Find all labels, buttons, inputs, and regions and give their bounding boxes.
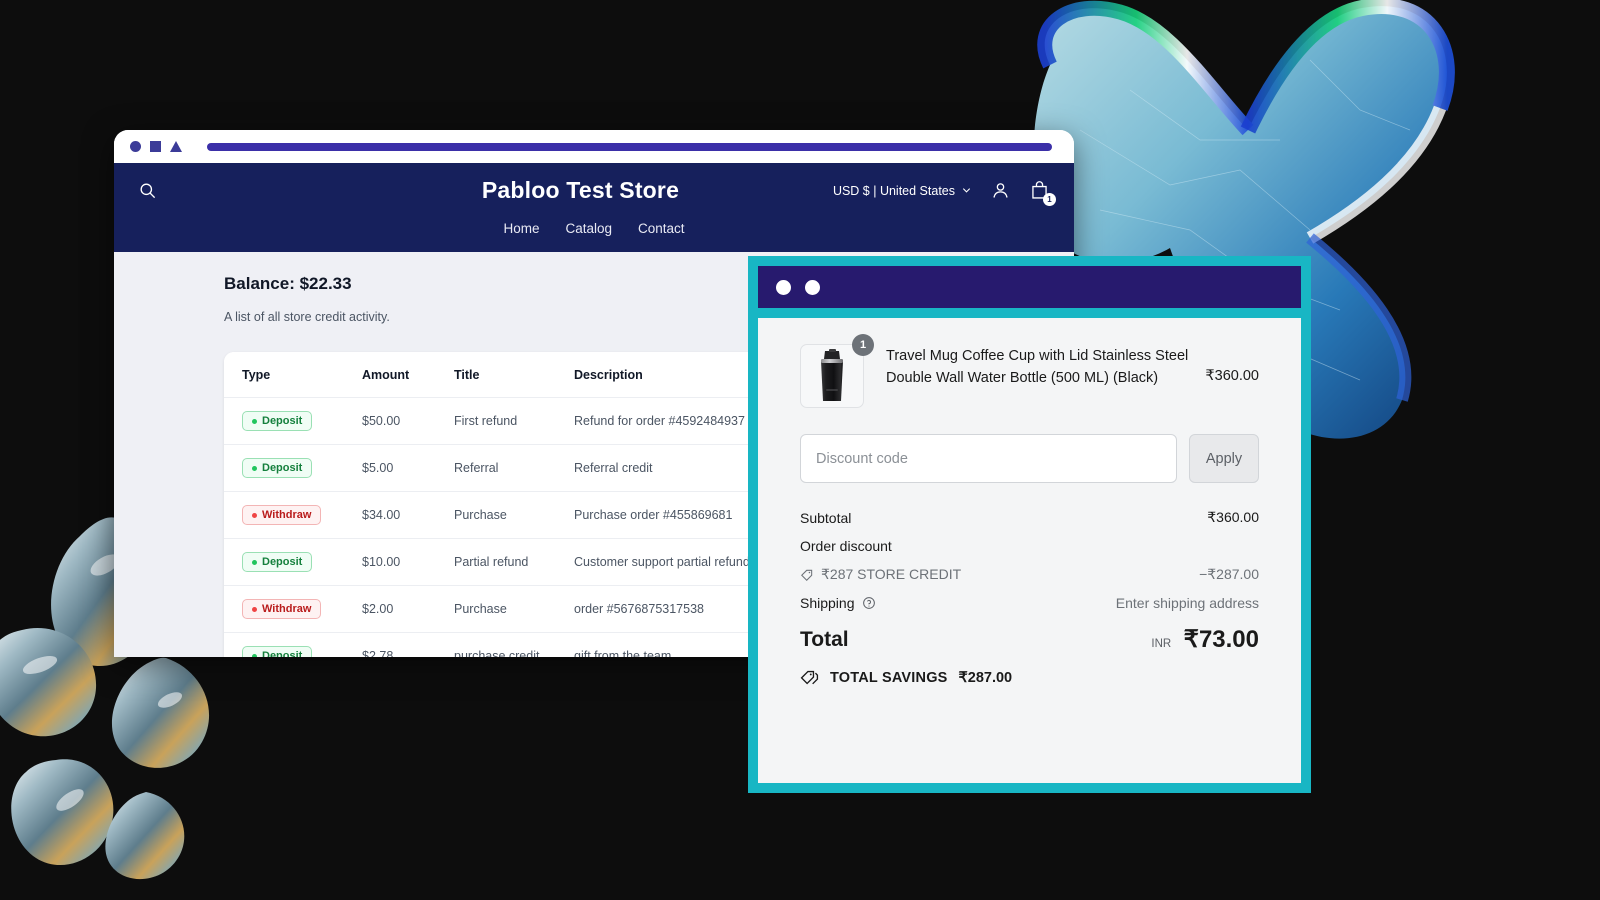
cell-type: Withdraw bbox=[224, 585, 344, 633]
triangle-shape-icon bbox=[170, 141, 182, 152]
store-credit-label: ₹287 STORE CREDIT bbox=[821, 566, 962, 582]
total-savings-label: TOTAL SAVINGS bbox=[830, 669, 948, 686]
product-thumbnail bbox=[800, 344, 864, 408]
order-discount-label: Order discount bbox=[800, 538, 892, 554]
currency-selector[interactable]: USD $ | United States bbox=[833, 184, 972, 198]
status-badge: Deposit bbox=[242, 646, 313, 657]
titlebar-dot-2-icon bbox=[805, 279, 820, 295]
store-credit-value: −₹287.00 bbox=[1199, 566, 1259, 582]
status-dot-icon bbox=[252, 653, 257, 657]
titlebar-dot-1-icon bbox=[776, 279, 791, 295]
chevron-down-icon bbox=[962, 188, 971, 193]
currency-selector-label: USD $ | United States bbox=[832, 183, 955, 198]
summary-row-total: Total INR ₹73.00 bbox=[800, 625, 1259, 654]
total-currency-code: INR bbox=[1151, 638, 1172, 650]
cell-title: purchase credit bbox=[436, 632, 556, 657]
status-badge-label: Deposit bbox=[262, 415, 303, 427]
status-dot-icon bbox=[252, 465, 257, 471]
total-savings-row: TOTAL SAVINGS ₹287.00 bbox=[800, 668, 1259, 687]
total-savings-value: ₹287.00 bbox=[958, 669, 1013, 686]
cell-title: Purchase bbox=[436, 585, 556, 633]
cell-title: First refund bbox=[436, 397, 556, 445]
column-header-amount: Amount bbox=[344, 352, 436, 398]
cell-amount: $2.78 bbox=[344, 632, 436, 657]
cell-amount: $2.00 bbox=[344, 585, 436, 633]
circle-shape-icon bbox=[130, 141, 141, 152]
status-badge: Deposit bbox=[242, 552, 313, 572]
cell-amount: $5.00 bbox=[344, 444, 436, 492]
nav-item-home[interactable]: Home bbox=[503, 221, 539, 236]
status-badge-label: Withdraw bbox=[262, 509, 312, 521]
account-icon[interactable] bbox=[990, 180, 1011, 201]
cell-type: Deposit bbox=[224, 397, 344, 445]
summary-row-store-credit: ₹287 STORE CREDIT −₹287.00 bbox=[800, 566, 1259, 583]
browser-chrome-bar bbox=[114, 130, 1074, 163]
checkout-panel: 1 Travel Mug Coffee Cup with Lid Stainle… bbox=[748, 256, 1311, 793]
cell-type: Withdraw bbox=[224, 491, 344, 539]
checkout-titlebar bbox=[758, 266, 1301, 308]
quantity-badge: 1 bbox=[852, 334, 874, 356]
shipping-value: Enter shipping address bbox=[1115, 595, 1259, 611]
product-price: ₹360.00 bbox=[1205, 368, 1259, 384]
status-badge: Deposit bbox=[242, 411, 313, 431]
column-header-type: Type bbox=[224, 352, 344, 398]
subtotal-label: Subtotal bbox=[800, 509, 852, 526]
discount-code-input[interactable] bbox=[800, 434, 1177, 483]
cart-icon[interactable]: 1 bbox=[1029, 180, 1056, 206]
discount-code-row: Apply bbox=[800, 434, 1259, 483]
status-badge: Withdraw bbox=[242, 505, 322, 525]
order-summary: Subtotal ₹360.00 Order discount ₹287 STO… bbox=[800, 509, 1259, 687]
travel-mug-image bbox=[821, 349, 843, 401]
search-icon[interactable] bbox=[138, 181, 157, 200]
status-badge-label: Withdraw bbox=[262, 603, 312, 615]
summary-row-order-discount: Order discount bbox=[800, 538, 1259, 554]
help-circle-icon[interactable] bbox=[862, 596, 876, 610]
total-label: Total bbox=[800, 627, 849, 651]
summary-row-shipping: Shipping Enter shipping address bbox=[800, 595, 1259, 611]
address-bar[interactable] bbox=[207, 142, 1052, 151]
status-dot-icon bbox=[252, 606, 257, 612]
cart-count-badge: 1 bbox=[1043, 193, 1056, 206]
cell-amount: $34.00 bbox=[344, 491, 436, 539]
cart-line-item: 1 Travel Mug Coffee Cup with Lid Stainle… bbox=[800, 334, 1259, 408]
summary-row-subtotal: Subtotal ₹360.00 bbox=[800, 509, 1259, 526]
checkout-body: 1 Travel Mug Coffee Cup with Lid Stainle… bbox=[758, 318, 1301, 783]
subtotal-value: ₹360.00 bbox=[1207, 509, 1259, 525]
status-badge: Withdraw bbox=[242, 599, 322, 619]
status-badge: Deposit bbox=[242, 458, 313, 478]
cell-type: Deposit bbox=[224, 444, 344, 492]
cell-type: Deposit bbox=[224, 538, 344, 586]
product-thumbnail-wrap: 1 bbox=[800, 334, 874, 408]
status-dot-icon bbox=[252, 512, 257, 518]
status-dot-icon bbox=[252, 418, 257, 424]
cell-type: Deposit bbox=[224, 632, 344, 657]
cell-amount: $10.00 bbox=[344, 538, 436, 586]
cell-title: Purchase bbox=[436, 491, 556, 539]
shipping-label: Shipping bbox=[800, 595, 855, 611]
square-shape-icon bbox=[150, 141, 161, 152]
status-badge-label: Deposit bbox=[262, 650, 303, 657]
cell-amount: $50.00 bbox=[344, 397, 436, 445]
column-header-title: Title bbox=[436, 352, 556, 398]
cell-title: Partial refund bbox=[436, 538, 556, 586]
status-badge-label: Deposit bbox=[262, 556, 303, 568]
store-nav: Home Catalog Contact bbox=[138, 221, 1050, 236]
tag-icon bbox=[801, 569, 813, 581]
total-value: ₹73.00 bbox=[1183, 626, 1259, 653]
status-dot-icon bbox=[252, 559, 257, 565]
double-tag-icon bbox=[800, 670, 819, 685]
nav-item-contact[interactable]: Contact bbox=[638, 221, 685, 236]
cell-title: Referral bbox=[436, 444, 556, 492]
status-badge-label: Deposit bbox=[262, 462, 303, 474]
product-title: Travel Mug Coffee Cup with Lid Stainless… bbox=[886, 348, 1189, 387]
nav-item-catalog[interactable]: Catalog bbox=[565, 221, 612, 236]
store-title: Pabloo Test Store bbox=[481, 177, 680, 203]
store-header: Pabloo Test Store USD $ | United States bbox=[114, 163, 1074, 252]
apply-discount-button[interactable]: Apply bbox=[1189, 434, 1259, 483]
